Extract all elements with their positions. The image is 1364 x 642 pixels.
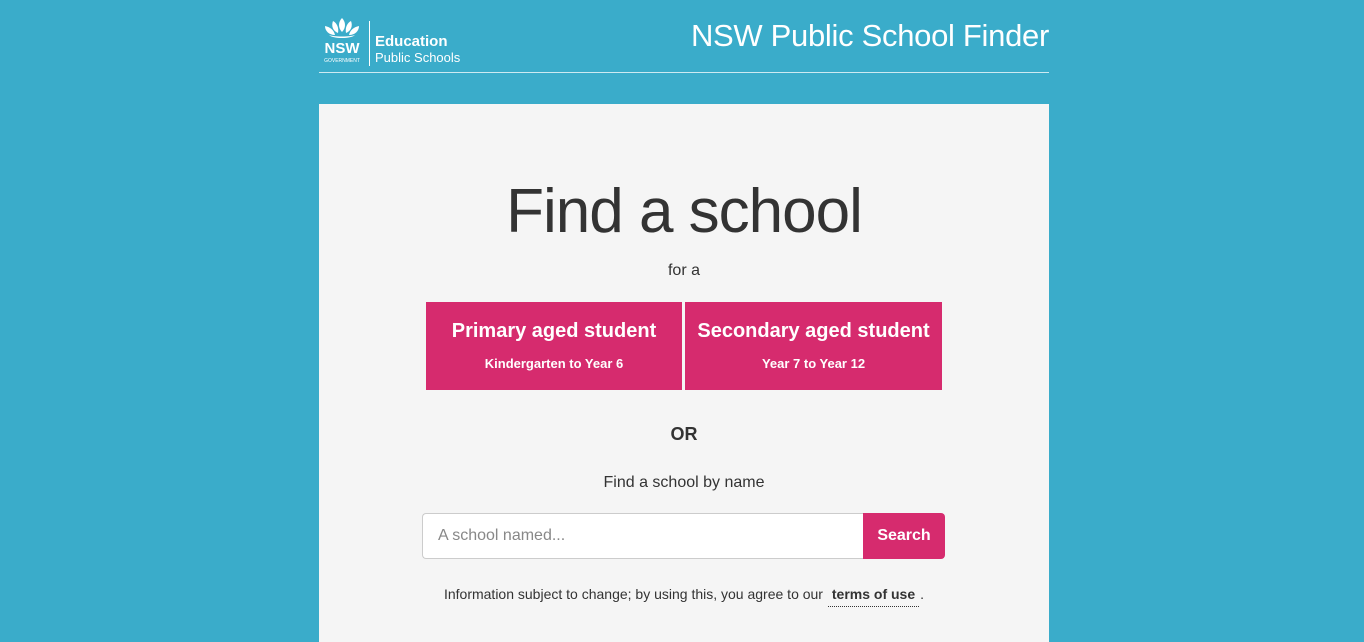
for-a-label: for a — [667, 262, 700, 279]
secondary-student-subtitle: Year 7 to Year 12 — [761, 356, 866, 371]
primary-student-title: Primary aged student — [451, 320, 657, 342]
svg-text:NSW: NSW — [325, 40, 361, 57]
svg-text:GOVERNMENT: GOVERNMENT — [324, 58, 360, 64]
terms-of-use-link[interactable]: terms of use — [827, 586, 920, 607]
logo-text: Education Public Schools — [375, 34, 460, 66]
school-name-input[interactable] — [422, 513, 864, 559]
primary-student-button[interactable]: Primary aged student Kindergarten to Yea… — [426, 302, 682, 390]
nsw-waratah-logo-icon: NSW GOVERNMENT — [324, 18, 361, 64]
search-panel: Find a school for a Primary aged student… — [319, 104, 1049, 642]
info-text: Information subject to change; by using … — [443, 586, 823, 602]
site-title: NSW Public School Finder — [690, 18, 1049, 53]
logo-public-schools: Public Schools — [375, 50, 461, 65]
page-heading: Find a school — [506, 177, 863, 246]
info-notice: Information subject to change; by using … — [319, 586, 1049, 607]
info-period: . — [920, 586, 925, 602]
or-divider: OR — [670, 424, 698, 444]
secondary-student-title: Secondary aged student — [697, 320, 930, 342]
site-header: NSW GOVERNMENT Education Public Schools … — [319, 0, 1049, 73]
education-logo[interactable]: NSW GOVERNMENT Education Public Schools — [319, 16, 474, 68]
logo-divider — [369, 21, 370, 66]
find-by-name-label: Find a school by name — [603, 474, 765, 491]
search-button[interactable]: Search — [863, 513, 945, 559]
logo-education: Education — [375, 33, 448, 50]
primary-student-subtitle: Kindergarten to Year 6 — [484, 356, 624, 371]
secondary-student-button[interactable]: Secondary aged student Year 7 to Year 12 — [685, 302, 942, 390]
